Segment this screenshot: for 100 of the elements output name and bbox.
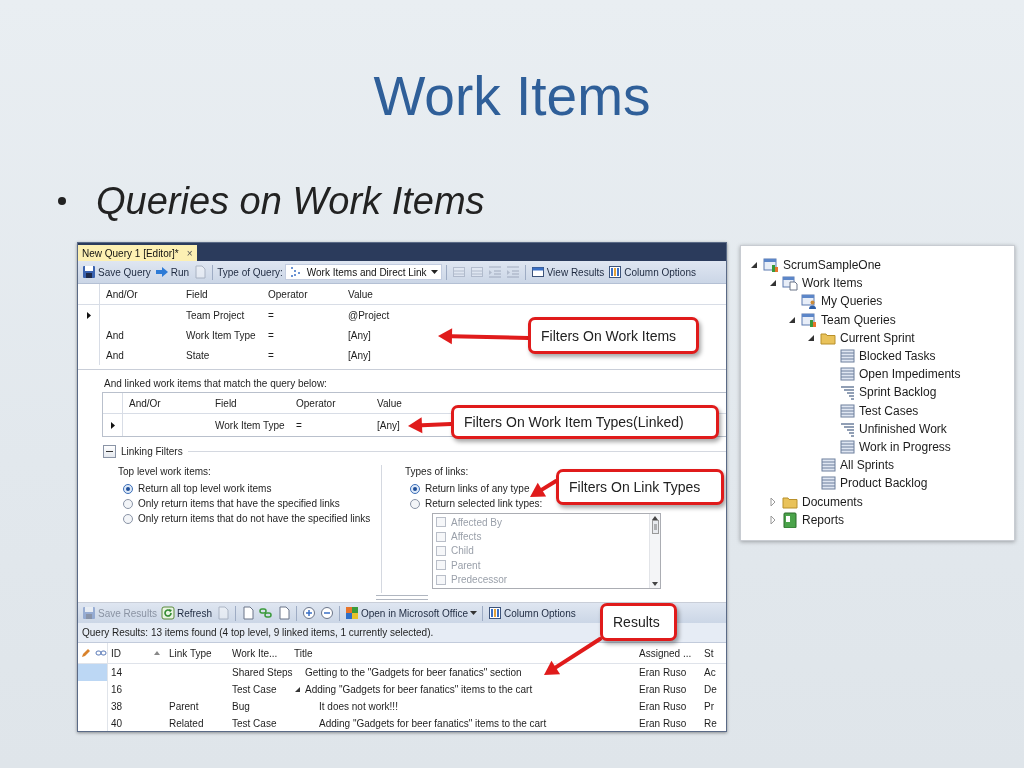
tree-item[interactable]: Current Sprint [840, 330, 915, 345]
column-header[interactable]: Field [180, 284, 262, 305]
grid-cell-text: = [295, 418, 303, 433]
indent-icon [505, 265, 520, 279]
tree-item[interactable]: Blocked Tasks [859, 349, 936, 364]
grid-cell-text: Eran Ruso [638, 666, 688, 680]
toolbar-button[interactable]: Open in Microsoft Office [343, 605, 479, 621]
grid-cell: It does not work!!! [319, 701, 398, 712]
radio-button[interactable] [123, 483, 133, 494]
callout-arrow [544, 637, 602, 675]
tree-item[interactable]: Documents [802, 494, 863, 509]
close-icon[interactable]: × [186, 247, 193, 259]
project-icon [801, 311, 817, 328]
callout-label: Filters On Link Types [556, 469, 724, 505]
tree-item[interactable]: Reports [802, 512, 845, 527]
column-header[interactable]: Link Type [166, 643, 229, 664]
grid-cell-text: Pr [703, 700, 715, 714]
expanded-arrow-icon[interactable] [768, 278, 778, 289]
tree-item[interactable]: Test Cases [859, 403, 919, 418]
document-window-icon [782, 275, 798, 292]
expanded-arrow-icon[interactable] [294, 686, 301, 693]
chain-icon [258, 606, 273, 620]
column-header[interactable]: And/Or [123, 393, 209, 414]
column-header[interactable]: Operator [262, 284, 342, 305]
stepped-list-icon [839, 420, 855, 437]
editor-tab[interactable]: New Query 1 [Editor]* × [78, 245, 197, 261]
list-icon [839, 402, 855, 419]
column-header[interactable]: St [701, 643, 726, 664]
chain-icon [95, 649, 107, 657]
tree-item[interactable]: Team Queries [821, 312, 896, 327]
toolbar-button[interactable]: Refresh [159, 605, 213, 621]
toolbar-button[interactable]: Run [153, 264, 191, 280]
rows-icon [469, 265, 484, 279]
radio-label[interactable]: Return links of any type [425, 483, 530, 494]
scroll-bar[interactable] [649, 514, 660, 588]
grid-cell-text: De [703, 683, 718, 697]
grid-cell-text: Eran Ruso [638, 717, 688, 731]
tree-item[interactable]: All Sprints [840, 458, 895, 473]
query-type-dropdown[interactable]: Work Items and Direct Link [284, 264, 442, 280]
toolbar-button[interactable]: Column Options [607, 264, 697, 280]
expanded-arrow-icon[interactable] [749, 260, 759, 271]
column-header[interactable]: Operator [290, 393, 371, 414]
rows-icon [451, 265, 466, 279]
tree-item[interactable]: Work in Progress [859, 439, 951, 454]
tree-item[interactable]: Unfinished Work [859, 421, 947, 436]
callout-label: Filters On Work Items [528, 317, 699, 354]
radio-button[interactable] [123, 513, 133, 524]
toolbar-button[interactable] [300, 605, 317, 621]
grid-cell-text: Team Project [185, 308, 246, 323]
stepped-list-icon [839, 384, 855, 401]
grid-cell: Getting to the "Gadgets for beer fanatics" section [305, 667, 522, 678]
toolbar-button[interactable] [257, 605, 274, 621]
tree-item[interactable]: Product Backlog [840, 476, 928, 491]
column-header[interactable]: And/Or [100, 284, 180, 305]
person-window-icon [801, 293, 817, 310]
list-icon [820, 457, 836, 474]
project-icon [763, 257, 779, 274]
tree-item[interactable]: My Queries [821, 294, 883, 309]
radio-button[interactable] [410, 498, 420, 509]
collapsed-arrow-icon[interactable] [768, 514, 778, 525]
toolbar-label: Type of Query: [217, 266, 283, 278]
current-row-icon [110, 421, 115, 429]
toolbar-button[interactable]: View Results [529, 264, 606, 280]
tree-item[interactable]: Sprint Backlog [859, 385, 937, 400]
radio-label[interactable]: Only return items that have the specified links [138, 498, 340, 509]
column-header[interactable]: Field [209, 393, 290, 414]
bullet-text: Queries on Work Items [96, 179, 485, 224]
tree-item[interactable]: Work Items [802, 276, 863, 291]
toolbar-button[interactable] [318, 605, 335, 621]
column-header[interactable]: Title [291, 643, 636, 664]
splitter-handle[interactable] [376, 595, 428, 600]
column-header[interactable]: Assigned ... [636, 643, 701, 664]
column-header[interactable]: Value [342, 284, 402, 305]
page-icon [193, 265, 208, 279]
radio-label[interactable]: Return all top level work items [138, 483, 272, 494]
grid-cell-text: Parent [168, 700, 200, 714]
tree-item[interactable]: Open Impediments [859, 367, 961, 382]
toolbar-button[interactable]: Column Options [487, 605, 577, 621]
column-header[interactable]: ID [108, 643, 166, 664]
radio-button[interactable] [123, 498, 133, 509]
toolbar-button[interactable]: Save Query [81, 264, 152, 280]
page-icon [240, 606, 255, 620]
report-book-icon [782, 511, 798, 528]
grid-cell-text: 14 [110, 666, 124, 680]
radio-label[interactable]: Only return items that do not have the specified links [138, 513, 371, 524]
grid-cell-text: Bug [231, 700, 251, 714]
grid-cell-text: 16 [110, 683, 124, 697]
radio-button[interactable] [410, 483, 420, 494]
callout-arrow [408, 417, 453, 434]
grid-cell-text: = [267, 308, 275, 323]
column-header[interactable]: Value [371, 393, 415, 414]
radio-label[interactable]: Return selected link types: [425, 498, 543, 509]
group-label: Top level work items: [118, 465, 212, 479]
column-header[interactable]: Work Ite... [229, 643, 291, 664]
section-caption: And linked work items that match the query below: [103, 378, 328, 391]
collapse-button[interactable] [103, 444, 116, 458]
callout-label: Results [600, 603, 677, 641]
tree-item[interactable]: ScrumSampleOne [783, 258, 882, 273]
collapsed-arrow-icon[interactable] [768, 496, 778, 507]
refresh-icon [160, 606, 175, 620]
